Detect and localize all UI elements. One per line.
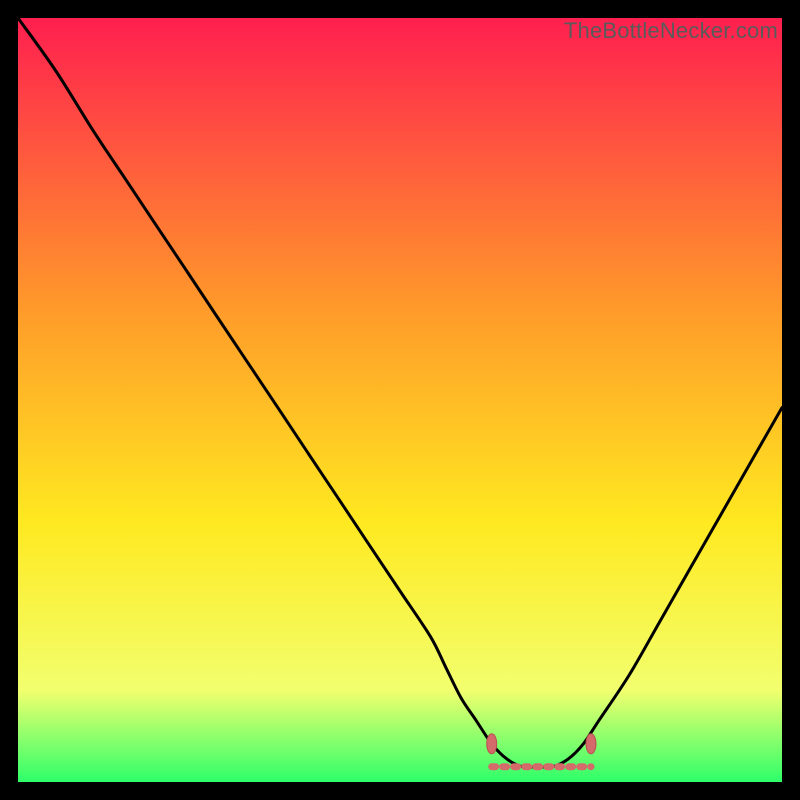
gradient-background — [18, 18, 782, 782]
chart-frame: TheBottleNecker.com — [18, 18, 782, 782]
range-marker-start — [487, 734, 497, 754]
watermark-text: TheBottleNecker.com — [564, 18, 778, 44]
bottleneck-chart — [18, 18, 782, 782]
range-marker-end — [586, 734, 596, 754]
